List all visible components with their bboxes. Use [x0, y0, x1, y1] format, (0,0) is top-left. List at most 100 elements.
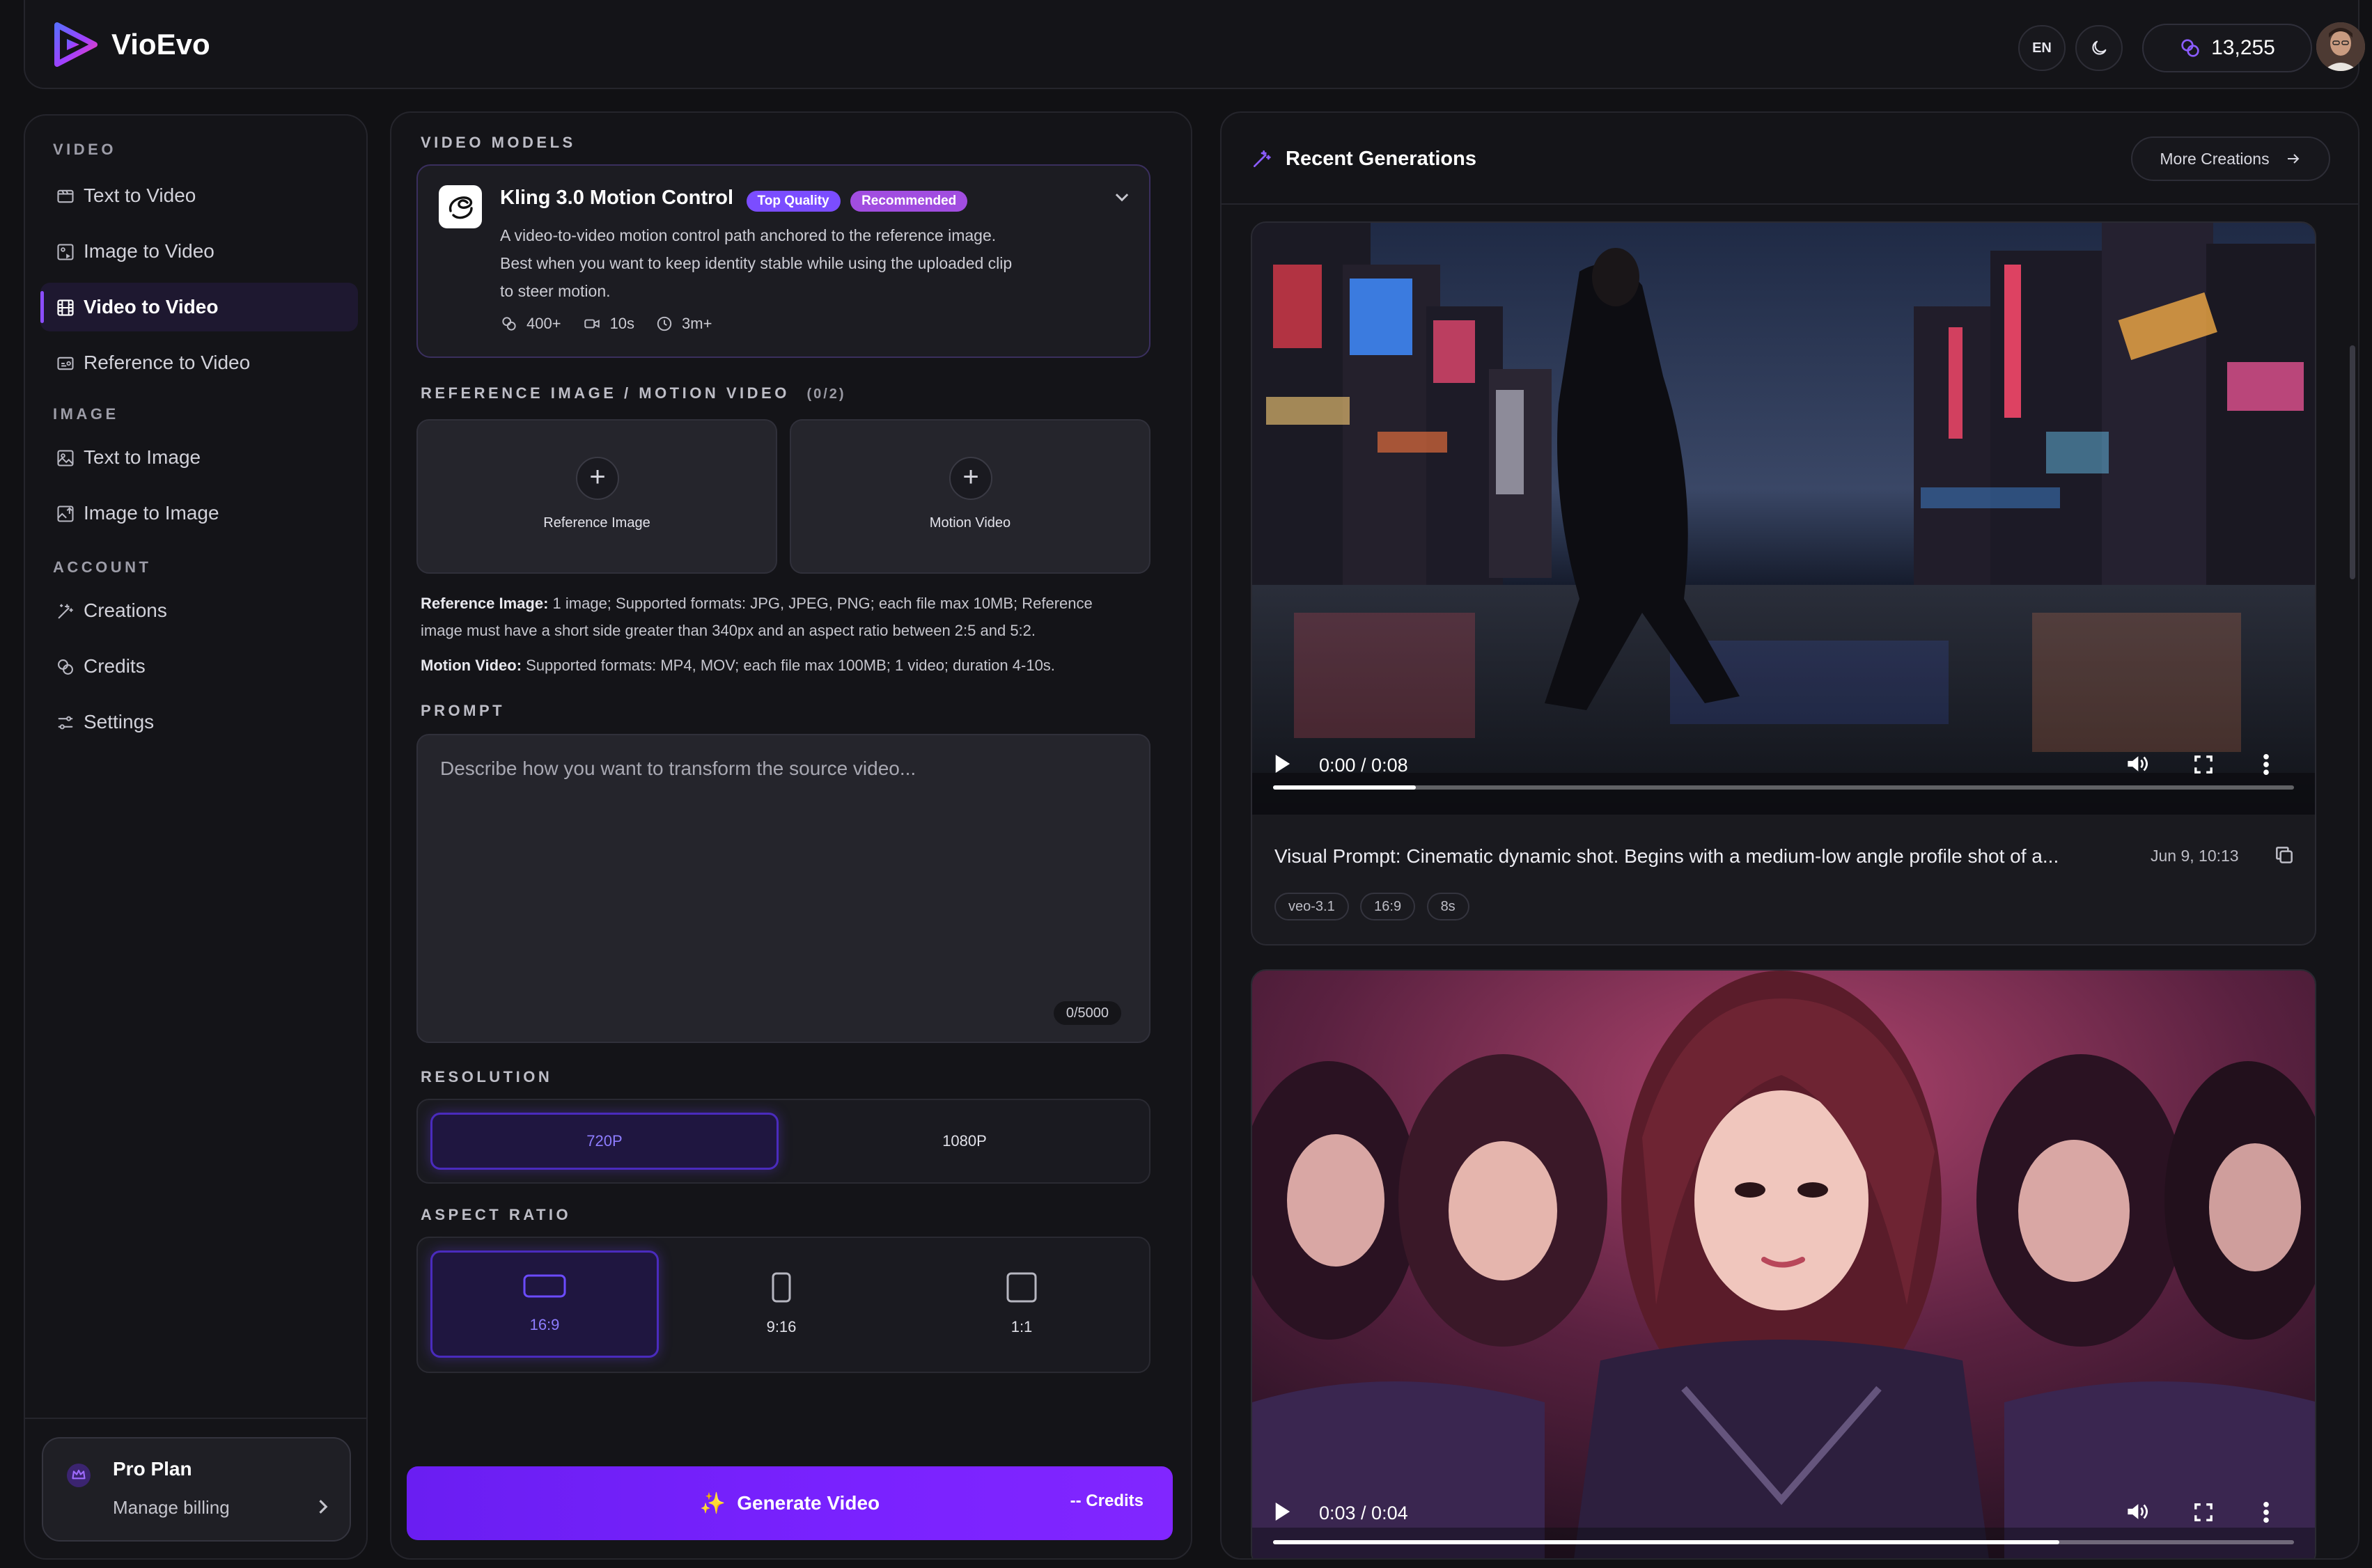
video-progress-track[interactable]	[1273, 785, 2294, 790]
more-options-icon[interactable]	[2262, 1501, 2270, 1523]
image-image-icon	[57, 505, 74, 522]
aspect-option-16-9[interactable]: 16:9	[430, 1251, 659, 1358]
tag-model: veo-3.1	[1274, 893, 1349, 920]
sidebar-section-image: IMAGE	[53, 405, 119, 423]
sidebar-section-video: VIDEO	[53, 141, 116, 158]
model-stat-uses: 400+	[526, 315, 561, 332]
video-time: 0:00 / 0:08	[1319, 755, 1408, 776]
manage-billing-link[interactable]: Manage billing	[113, 1497, 230, 1519]
copy-icon[interactable]	[2273, 844, 2295, 866]
model-stat-time: 3m+	[682, 315, 712, 332]
sidebar-item-image-to-video[interactable]: Image to Video	[40, 227, 358, 276]
video-progress-track[interactable]	[1273, 1540, 2294, 1544]
coins-icon	[58, 659, 73, 675]
square-icon	[1006, 1272, 1037, 1303]
motion-video-requirements: Motion Video: Supported formats: MP4, MO…	[421, 657, 1055, 674]
resolution-option-720p[interactable]: 720P	[430, 1113, 779, 1170]
sidebar-item-label: Credits	[84, 655, 146, 677]
brand-name[interactable]: VioEvo	[111, 28, 210, 61]
recent-generations-title: Recent Generations	[1286, 148, 1476, 170]
reference-count: (0/2)	[806, 386, 846, 402]
sidebar-item-label: Creations	[84, 599, 167, 621]
sidebar-item-credits[interactable]: Credits	[40, 642, 358, 691]
video-player[interactable]: 0:03 / 0:04	[1252, 971, 2315, 1558]
generation-tags: veo-3.1 16:9 8s	[1274, 893, 1478, 920]
reference-image-requirements: Reference Image: 1 image; Supported form…	[421, 595, 1093, 639]
upload-label: Motion Video	[929, 515, 1011, 531]
sidebar-item-text-to-video[interactable]: Text to Video	[40, 171, 358, 220]
prompt-input[interactable]	[418, 735, 1149, 1042]
aspect-option-1-1[interactable]: 1:1	[905, 1251, 1138, 1358]
fullscreen-icon[interactable]	[2194, 1503, 2213, 1522]
generate-video-button[interactable]: ✨ Generate Video -- Credits	[407, 1466, 1173, 1540]
model-stats: 400+ 10s 3m+	[500, 315, 712, 333]
panel-scrollbar[interactable]	[2350, 345, 2355, 579]
reference-icon	[57, 356, 74, 370]
chevron-right-icon	[319, 1500, 328, 1514]
volume-icon[interactable]	[2125, 1501, 2149, 1522]
generation-card: 0:00 / 0:08 Visual Prompt: Cinematic dyn…	[1251, 221, 2316, 946]
play-icon[interactable]	[1273, 753, 1291, 774]
sidebar-item-text-to-image[interactable]: Text to Image	[40, 433, 358, 482]
video-models-label: VIDEO MODELS	[421, 134, 576, 151]
fullscreen-icon[interactable]	[2194, 755, 2213, 774]
coins-icon	[502, 317, 516, 331]
reference-image-upload[interactable]: + Reference Image	[416, 419, 777, 574]
text-image-icon	[57, 450, 74, 467]
model-selector[interactable]: Kling 3.0 Motion Control Top Quality Rec…	[416, 164, 1150, 358]
pro-plan-card[interactable]: Pro Plan Manage billing	[42, 1437, 351, 1542]
more-creations-label: More Creations	[2160, 149, 2270, 168]
sidebar-item-label: Image to Video	[84, 240, 214, 262]
model-description: A video-to-video motion control path anc…	[500, 226, 1013, 300]
kling-logo-icon	[439, 185, 482, 228]
prompt-box[interactable]: 0/5000	[416, 734, 1150, 1043]
user-avatar[interactable]	[2316, 22, 2365, 71]
magic-wand-icon	[1254, 150, 1271, 167]
sidebar-item-settings[interactable]: Settings	[40, 698, 358, 746]
volume-icon[interactable]	[2125, 753, 2149, 774]
text-video-icon	[57, 189, 74, 203]
portrait-icon	[772, 1272, 791, 1303]
sidebar-item-label: Video to Video	[84, 296, 219, 317]
video-player[interactable]: 0:00 / 0:08	[1252, 223, 2315, 815]
resolution-selector: 720P 1080P	[416, 1099, 1150, 1184]
video-thumbnail	[1252, 971, 2315, 1558]
sliders-icon	[58, 716, 73, 730]
top-header: VioEvo EN 13,255	[24, 0, 2365, 89]
plan-title: Pro Plan	[113, 1458, 192, 1480]
plus-icon: +	[576, 457, 619, 500]
tag-aspect: 16:9	[1360, 893, 1416, 920]
motion-video-upload[interactable]: + Motion Video	[790, 419, 1150, 574]
video-thumbnail	[1252, 223, 2315, 815]
sidebar-item-reference-to-video[interactable]: Reference to Video	[40, 338, 358, 387]
recommended-badge: Recommended	[850, 190, 968, 212]
film-icon	[57, 299, 74, 316]
video-camera-icon	[584, 319, 600, 329]
theme-toggle-button[interactable]	[2075, 25, 2123, 71]
sidebar-item-video-to-video[interactable]: Video to Video	[40, 283, 358, 331]
more-options-icon[interactable]	[2262, 753, 2270, 776]
logo-icon	[54, 22, 97, 67]
aspect-ratio-selector: 16:9 9:16 1:1	[416, 1237, 1150, 1373]
sidebar: VIDEO Text to Video Image to Video Video…	[24, 114, 368, 1560]
more-creations-button[interactable]: More Creations	[2131, 136, 2330, 181]
avatar-image	[2316, 22, 2365, 71]
magic-wand-icon	[58, 604, 73, 619]
sidebar-section-account: ACCOUNT	[53, 558, 152, 576]
play-icon[interactable]	[1273, 1501, 1291, 1522]
aspect-option-9-16[interactable]: 9:16	[667, 1251, 896, 1358]
generation-form-panel: VIDEO MODELS Kling 3.0 Motion Control To…	[390, 111, 1192, 1560]
sidebar-item-label: Reference to Video	[84, 352, 251, 373]
language-button[interactable]: EN	[2018, 25, 2066, 71]
recent-generations-panel: Recent Generations More Creations 0:00 /…	[1220, 111, 2359, 1560]
sidebar-item-creations[interactable]: Creations	[40, 586, 358, 635]
sidebar-item-image-to-image[interactable]: Image to Image	[40, 489, 358, 538]
credits-balance[interactable]: 13,255	[2142, 24, 2312, 72]
chevron-down-icon[interactable]	[1113, 191, 1131, 205]
resolution-label: RESOLUTION	[421, 1068, 553, 1085]
moon-icon	[2092, 40, 2107, 55]
credits-count: 13,255	[2211, 36, 2275, 59]
generation-date: Jun 9, 10:13	[2151, 847, 2239, 865]
resolution-option-1080p[interactable]: 1080P	[787, 1113, 1142, 1170]
prompt-char-count: 0/5000	[1053, 1001, 1121, 1025]
